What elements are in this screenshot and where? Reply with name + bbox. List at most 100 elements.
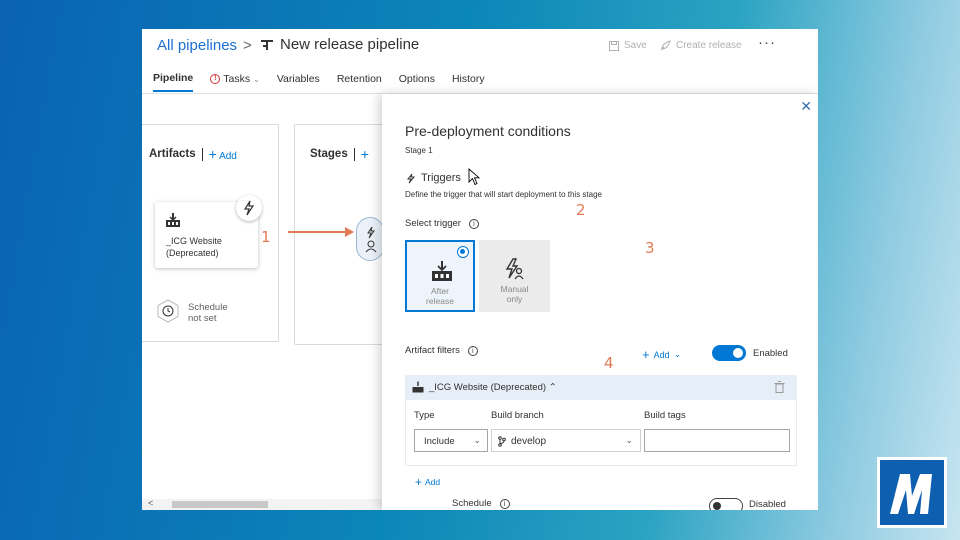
manual-only-label: Manual only	[479, 284, 550, 304]
manual-only-line1: Manual	[500, 284, 529, 294]
filter-artifact-text: _ICG Website (Deprecated)	[429, 382, 547, 393]
after-release-label: After release	[407, 286, 473, 306]
tab-variables[interactable]: Variables	[277, 72, 320, 92]
add-artifact-button[interactable]: + Add	[209, 146, 237, 162]
scroll-left-icon[interactable]: <	[148, 498, 153, 508]
rocket-icon	[660, 40, 671, 51]
chevron-down-icon: ⌄	[625, 435, 633, 445]
col-tags-label: Build tags	[644, 410, 686, 421]
tab-options-label: Options	[398, 73, 435, 85]
schedule-status: Schedule not set	[188, 302, 228, 324]
annotation-number-4: 4	[604, 354, 614, 372]
add-artifact-filter-label: Add	[425, 477, 441, 487]
after-release-option[interactable]: After release	[405, 240, 475, 312]
horizontal-scrollbar[interactable]: <	[142, 498, 382, 510]
manual-only-option[interactable]: Manual only	[479, 240, 550, 312]
tab-retention-label: Retention	[336, 73, 382, 85]
artifact-filters-toggle[interactable]	[712, 345, 746, 361]
schedule-label: Schedule	[452, 498, 492, 509]
pre-deployment-conditions-button[interactable]	[356, 217, 384, 261]
build-artifact-icon	[166, 213, 180, 227]
after-release-icon	[432, 261, 452, 281]
tab-history[interactable]: History	[452, 72, 485, 92]
schedule-row: Schedule i	[452, 498, 510, 509]
chevron-down-icon: ⌄	[673, 349, 682, 359]
select-trigger-text: Select trigger	[405, 218, 461, 229]
tab-tasks-label: Tasks	[223, 73, 251, 85]
col-type-label: Type	[414, 410, 435, 421]
panel-title: Pre-deployment conditions	[405, 123, 571, 139]
tab-retention[interactable]: Retention	[337, 72, 382, 92]
annotation-number-2: 2	[576, 201, 586, 219]
schedule-line1: Schedule	[188, 302, 228, 313]
after-release-line1: After	[431, 286, 449, 296]
tab-variables-label: Variables	[276, 73, 320, 85]
tab-options[interactable]: Options	[399, 72, 435, 92]
chevron-down-icon: ⌄	[253, 74, 260, 84]
screenshot-window: All pipelines > New release pipeline Sav…	[142, 29, 818, 510]
tab-bar: Pipeline ! Tasks ⌄ Variables Retention O…	[153, 72, 502, 92]
add-filter-label: Add	[653, 349, 670, 360]
branch-icon	[498, 436, 506, 447]
brand-logo	[877, 457, 947, 528]
artifact-filters-text: Artifact filters	[405, 345, 460, 356]
save-button[interactable]: Save	[609, 40, 647, 51]
build-tags-input[interactable]	[644, 429, 790, 452]
stages-title: Stages	[310, 148, 348, 160]
build-artifact-icon	[412, 381, 424, 393]
tab-pipeline[interactable]: Pipeline	[153, 72, 194, 92]
type-value: Include	[424, 436, 455, 447]
scrollbar-thumb[interactable]	[172, 501, 268, 508]
continuous-deployment-trigger-button[interactable]	[236, 195, 262, 221]
trash-icon[interactable]	[774, 381, 785, 393]
artifact-filter-header[interactable]: _ICG Website (Deprecated) ⌃	[405, 375, 797, 400]
add-artifact-filter-button[interactable]: + Add	[415, 475, 440, 489]
artifact-name: _ICG Website (Deprecated)	[166, 235, 222, 259]
schedule-toggle[interactable]	[709, 498, 743, 510]
triggers-section-toggle[interactable]: Triggers	[405, 172, 461, 184]
schedule-icon[interactable]	[156, 299, 180, 323]
more-options-button[interactable]: ···	[758, 34, 776, 51]
annotation-number-1: 1	[261, 228, 271, 246]
enabled-label: Enabled	[753, 348, 788, 359]
plus-icon: +	[415, 475, 423, 489]
breadcrumb-all-pipelines[interactable]: All pipelines	[157, 37, 237, 54]
artifact-name-line2: (Deprecated)	[166, 248, 219, 258]
top-header: All pipelines > New release pipeline Sav…	[142, 29, 818, 95]
divider	[201, 147, 203, 161]
annotation-number-3: 3	[645, 239, 655, 257]
tab-tasks[interactable]: ! Tasks ⌄	[210, 72, 260, 92]
panel-subtitle: Stage 1	[405, 146, 433, 155]
save-icon	[609, 40, 619, 51]
artifacts-title: Artifacts	[149, 148, 196, 160]
type-select[interactable]: Include ⌄	[414, 429, 488, 452]
artifact-name-line1: _ICG Website	[166, 236, 222, 246]
close-icon[interactable]: ✕	[800, 98, 812, 115]
plus-icon: +	[208, 146, 217, 162]
pre-deployment-panel: ✕ Pre-deployment conditions Stage 1 Trig…	[382, 94, 818, 510]
trigger-approver-icon	[365, 226, 377, 253]
info-icon[interactable]: i	[467, 345, 478, 356]
chevron-up-icon: ⌃	[548, 382, 557, 393]
triggers-icon	[406, 173, 416, 183]
add-filter-dropdown[interactable]: + Add ⌄	[642, 347, 681, 362]
lightning-icon	[243, 200, 255, 216]
triggers-heading: Triggers	[421, 172, 461, 184]
create-release-button[interactable]: Create release	[660, 40, 742, 51]
after-release-line2: release	[426, 296, 454, 306]
logo-background	[880, 460, 944, 525]
add-artifact-label: Add	[219, 151, 237, 162]
warning-icon: !	[210, 74, 221, 84]
disabled-label: Disabled	[749, 499, 786, 510]
stages-header: Stages +	[310, 146, 369, 162]
branch-select[interactable]: develop ⌄	[491, 429, 641, 452]
create-release-label: Create release	[676, 40, 742, 51]
info-icon[interactable]: i	[468, 218, 479, 229]
artifacts-header: Artifacts + Add	[149, 146, 237, 162]
pipeline-icon	[261, 40, 273, 50]
info-icon[interactable]: i	[499, 498, 510, 509]
tab-pipeline-label: Pipeline	[153, 72, 194, 84]
chevron-down-icon: ⌄	[473, 435, 481, 445]
add-stage-button[interactable]: +	[361, 146, 369, 162]
manual-only-line2: only	[506, 294, 523, 304]
